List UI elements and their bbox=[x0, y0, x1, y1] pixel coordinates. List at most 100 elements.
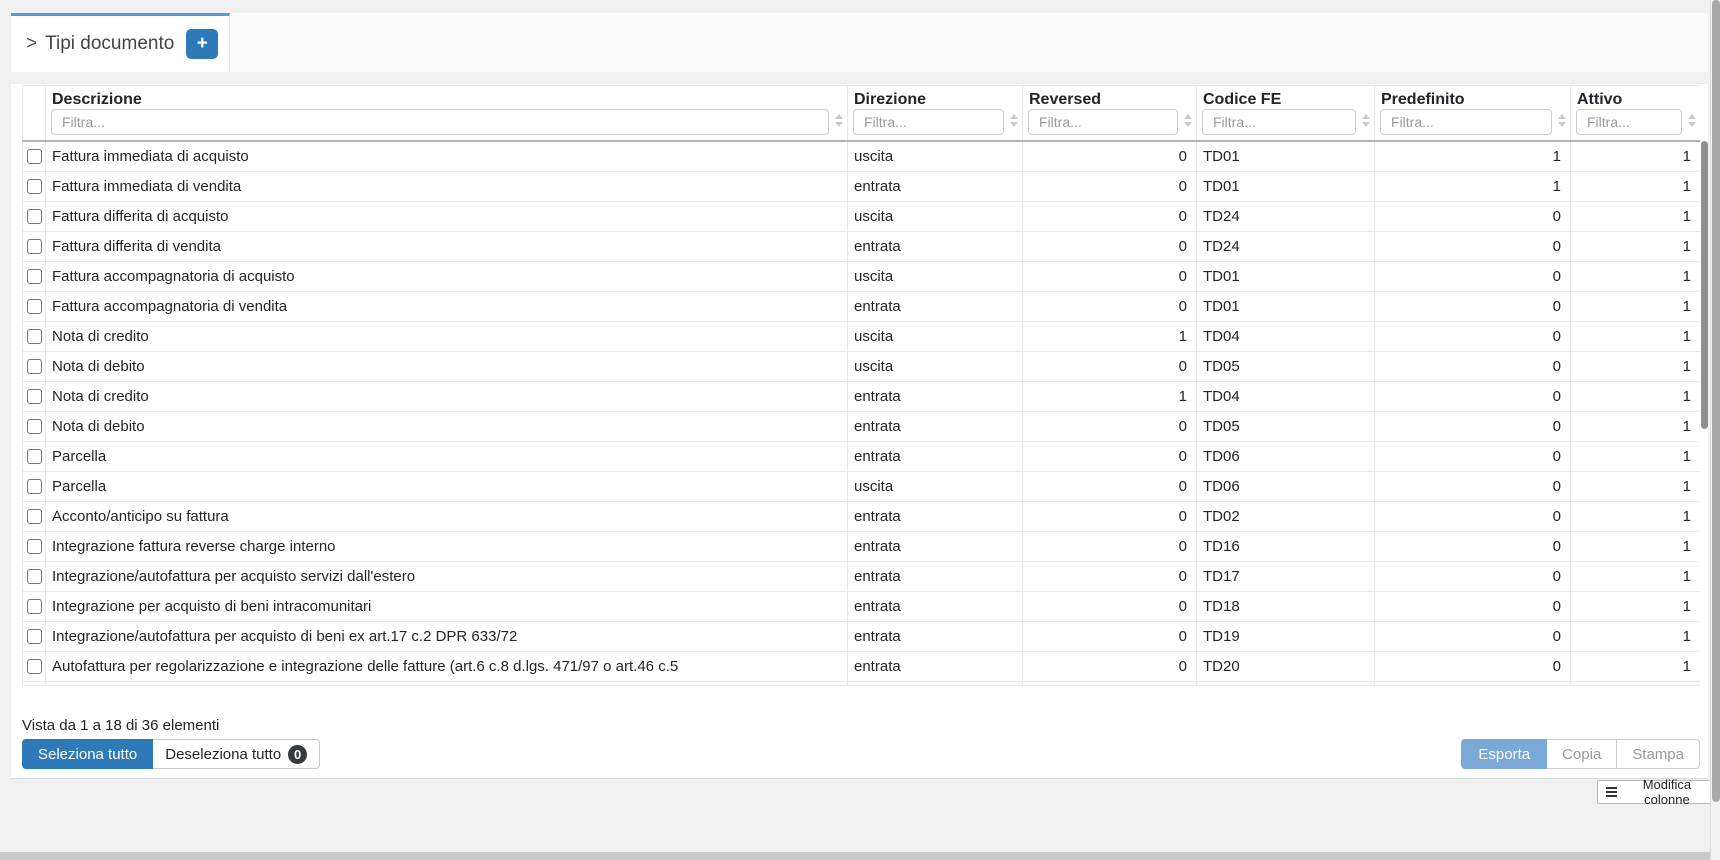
table-row[interactable]: Nota di debitouscita0TD0501 bbox=[23, 351, 1701, 381]
cell-codice_fe: TD16 bbox=[1197, 531, 1375, 561]
filter-input-reversed[interactable] bbox=[1028, 109, 1178, 135]
cell-predefinito: 1 bbox=[1375, 171, 1571, 201]
page-title: Tipi documento bbox=[45, 33, 174, 55]
column-header-descrizione[interactable]: Descrizione bbox=[46, 86, 848, 110]
cell-predefinito: 0 bbox=[1375, 501, 1571, 531]
cell-predefinito: 0 bbox=[1375, 651, 1571, 681]
row-checkbox[interactable] bbox=[27, 449, 42, 464]
row-checkbox[interactable] bbox=[27, 239, 42, 254]
table-row[interactable]: Fattura immediata di venditaentrata0TD01… bbox=[23, 171, 1701, 201]
cell-predefinito: 0 bbox=[1375, 621, 1571, 651]
row-checkbox[interactable] bbox=[27, 479, 42, 494]
edit-columns-label: Modifica colonne bbox=[1623, 777, 1711, 807]
select-all-button[interactable]: Seleziona tutto bbox=[22, 739, 153, 769]
print-button[interactable]: Stampa bbox=[1617, 739, 1700, 769]
row-checkbox[interactable] bbox=[27, 389, 42, 404]
table-row[interactable]: Nota di creditouscita1TD0401 bbox=[23, 321, 1701, 351]
row-checkbox[interactable] bbox=[27, 599, 42, 614]
tab-strip: > Tipi documento + bbox=[11, 13, 1708, 72]
table-row[interactable]: Integrazione/autofattura per acquisto se… bbox=[23, 561, 1701, 591]
row-checkbox[interactable] bbox=[27, 569, 42, 584]
column-header-reversed[interactable]: Reversed bbox=[1023, 86, 1197, 110]
table-row[interactable]: Nota di debitoentrata0TD0501 bbox=[23, 411, 1701, 441]
cell-direzione: entrata bbox=[848, 651, 1023, 681]
table-row[interactable]: Fattura immediata di acquistouscita0TD01… bbox=[23, 141, 1701, 171]
row-checkbox[interactable] bbox=[27, 179, 42, 194]
filter-input-attivo[interactable] bbox=[1576, 109, 1682, 135]
cell-reversed: 0 bbox=[1023, 591, 1197, 621]
window-scrollbar[interactable] bbox=[1710, 0, 1720, 860]
row-checkbox[interactable] bbox=[27, 539, 42, 554]
table-row[interactable]: Fattura differita di venditaentrata0TD24… bbox=[23, 231, 1701, 261]
cell-attivo: 1 bbox=[1571, 231, 1701, 261]
cell-direzione: entrata bbox=[848, 531, 1023, 561]
table-row[interactable]: Nota di creditoentrata1TD0401 bbox=[23, 381, 1701, 411]
table-row[interactable]: Fattura differita di acquistouscita0TD24… bbox=[23, 201, 1701, 231]
column-header-attivo[interactable]: Attivo bbox=[1571, 86, 1701, 110]
row-select-cell bbox=[23, 471, 46, 501]
table-scrollbar[interactable] bbox=[1701, 141, 1708, 429]
cell-descrizione: Autofattura per regolarizzazione e integ… bbox=[46, 651, 848, 681]
cell-codice_fe: TD19 bbox=[1197, 621, 1375, 651]
row-select-cell bbox=[23, 141, 46, 171]
deselect-all-button[interactable]: Deseleziona tutto 0 bbox=[153, 739, 320, 769]
table-row[interactable]: Fattura accompagnatoria di venditaentrat… bbox=[23, 291, 1701, 321]
sort-arrows-icon bbox=[835, 114, 843, 127]
row-checkbox[interactable] bbox=[27, 329, 42, 344]
window-scrollbar-thumb[interactable] bbox=[1712, 0, 1720, 802]
cell-codice_fe: TD01 bbox=[1197, 261, 1375, 291]
row-select-cell bbox=[23, 381, 46, 411]
deselect-all-label: Deseleziona tutto bbox=[165, 746, 281, 763]
row-checkbox[interactable] bbox=[27, 659, 42, 674]
row-checkbox[interactable] bbox=[27, 149, 42, 164]
cell-codice_fe: TD04 bbox=[1197, 381, 1375, 411]
row-select-cell bbox=[23, 501, 46, 531]
filter-cell-predefinito bbox=[1375, 109, 1571, 141]
row-checkbox[interactable] bbox=[27, 629, 42, 644]
cell-direzione: entrata bbox=[848, 591, 1023, 621]
filter-input-direzione[interactable] bbox=[853, 109, 1004, 135]
filter-input-codice_fe[interactable] bbox=[1202, 109, 1356, 135]
table-row[interactable]: Fattura accompagnatoria di acquistouscit… bbox=[23, 261, 1701, 291]
cell-predefinito: 0 bbox=[1375, 321, 1571, 351]
cell-predefinito: 0 bbox=[1375, 471, 1571, 501]
export-button[interactable]: Esporta bbox=[1461, 739, 1547, 769]
cell-direzione: uscita bbox=[848, 471, 1023, 501]
table-row[interactable]: Integrazione/autofattura per acquisto di… bbox=[23, 621, 1701, 651]
cell-descrizione: Nota di debito bbox=[46, 351, 848, 381]
cell-predefinito: 0 bbox=[1375, 591, 1571, 621]
table-row[interactable]: Parcellaentrata0TD0601 bbox=[23, 441, 1701, 471]
cell-reversed: 0 bbox=[1023, 291, 1197, 321]
row-checkbox[interactable] bbox=[27, 359, 42, 374]
filter-cell-reversed bbox=[1023, 109, 1197, 141]
copy-button[interactable]: Copia bbox=[1547, 739, 1617, 769]
table-row[interactable]: Integrazione fattura reverse charge inte… bbox=[23, 531, 1701, 561]
cell-descrizione: Parcella bbox=[46, 441, 848, 471]
row-checkbox[interactable] bbox=[27, 209, 42, 224]
table-row[interactable]: Autofattura per regolarizzazione e integ… bbox=[23, 651, 1701, 681]
table-row[interactable]: Acconto/anticipo su fatturaentrata0TD020… bbox=[23, 501, 1701, 531]
edit-columns-button[interactable]: Modifica colonne bbox=[1597, 780, 1720, 804]
cell-descrizione: Nota di debito bbox=[46, 411, 848, 441]
column-header-codice_fe[interactable]: Codice FE bbox=[1197, 86, 1375, 110]
filter-input-descrizione[interactable] bbox=[51, 109, 829, 135]
add-button[interactable]: + bbox=[186, 29, 218, 59]
table-row-partial bbox=[23, 681, 1701, 685]
row-checkbox[interactable] bbox=[27, 419, 42, 434]
column-header-direzione[interactable]: Direzione bbox=[848, 86, 1023, 110]
row-checkbox[interactable] bbox=[27, 299, 42, 314]
filter-cell-attivo bbox=[1571, 109, 1701, 141]
table-container: DescrizioneDirezioneReversedCodice FEPre… bbox=[22, 85, 1700, 703]
column-header-predefinito[interactable]: Predefinito bbox=[1375, 86, 1571, 110]
tab-tipi-documento[interactable]: > Tipi documento + bbox=[11, 13, 230, 72]
row-checkbox[interactable] bbox=[27, 269, 42, 284]
cell-attivo: 1 bbox=[1571, 561, 1701, 591]
table-row[interactable]: Parcellauscita0TD0601 bbox=[23, 471, 1701, 501]
cell-direzione: uscita bbox=[848, 141, 1023, 171]
cell-reversed: 0 bbox=[1023, 261, 1197, 291]
filter-input-predefinito[interactable] bbox=[1380, 109, 1552, 135]
table-row[interactable]: Integrazione per acquisto di beni intrac… bbox=[23, 591, 1701, 621]
row-select-cell bbox=[23, 351, 46, 381]
row-checkbox[interactable] bbox=[27, 509, 42, 524]
cell-codice_fe: TD01 bbox=[1197, 291, 1375, 321]
